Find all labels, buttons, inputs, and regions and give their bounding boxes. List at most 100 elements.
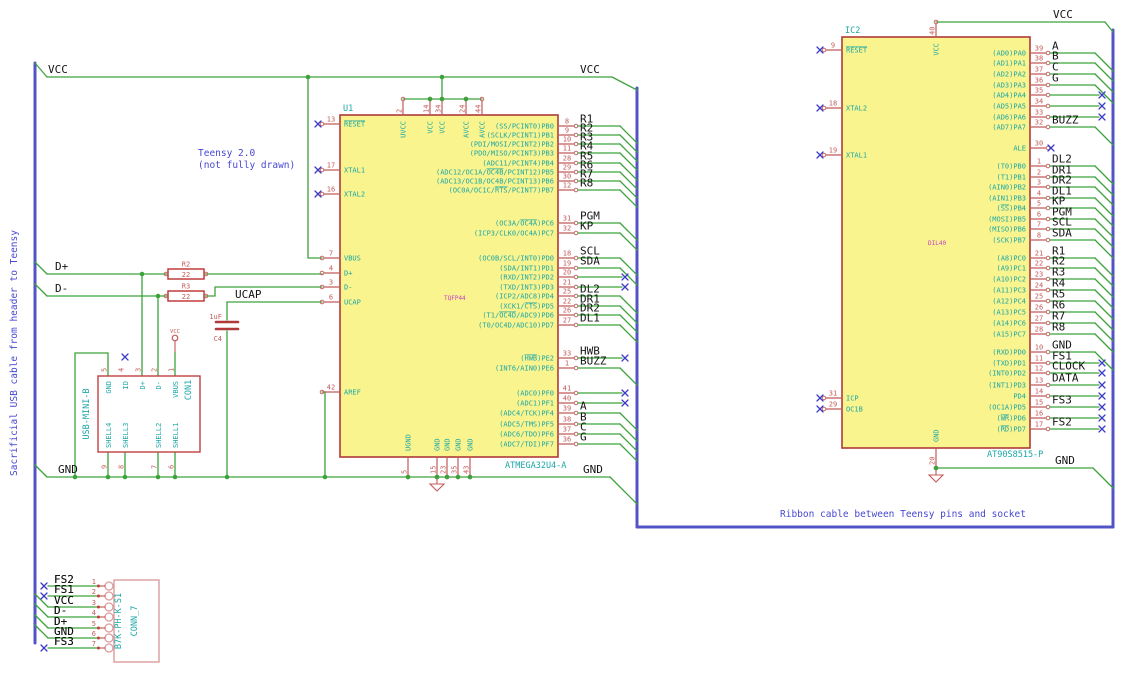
pin-number: 2 <box>396 109 404 113</box>
pin-number: 2 <box>92 588 96 596</box>
pin-name: (ICP2/ADC8)PD4 <box>495 293 554 301</box>
pin-number: 16 <box>327 186 335 194</box>
pin-number: 21 <box>1035 250 1043 258</box>
pin-name: XTAL1 <box>846 152 867 160</box>
gnd-symbol-triangle <box>927 474 945 483</box>
pin-number: 28 <box>563 155 571 163</box>
pin-number: 7 <box>1037 221 1041 229</box>
wire <box>1092 467 1114 489</box>
net-label-d+: D+ <box>55 260 69 273</box>
capacitor-c4[interactable]: 1uF C4 <box>209 313 240 343</box>
net-label-d-: D- <box>55 282 68 295</box>
usb-mini-b-connector[interactable]: USB-MINI-B CON1 5 GND 4 ID 3 D+ 2 D- 1 VBUS 9 SHELL4 8… <box>82 368 201 469</box>
pin-end-circle <box>573 355 579 361</box>
pin-end-circle <box>573 265 579 271</box>
ic-footprint: DIL40 <box>928 240 946 247</box>
pin-name: D+ <box>344 270 352 278</box>
bus-entry <box>619 367 638 386</box>
pin-name: (A9)PC1 <box>996 265 1026 273</box>
bus-entry <box>619 162 638 181</box>
pin-number: 20 <box>929 457 937 465</box>
pin-end-circle <box>573 365 579 371</box>
net-label-sda: SDA <box>580 255 600 268</box>
pin-name: (A15)PC7 <box>992 331 1026 339</box>
junction-dot <box>463 96 469 102</box>
pin-end-circle <box>573 312 579 318</box>
pin-name: (TXD/INT3)PD3 <box>499 284 554 292</box>
wire-end-dot <box>97 646 100 650</box>
pin-name: (A14)PC6 <box>992 320 1026 328</box>
pin-end-circle <box>1045 71 1051 77</box>
resistor-r3[interactable]: R322 <box>163 283 209 302</box>
pin-end-circle <box>1045 184 1051 190</box>
bus-entry <box>619 125 638 144</box>
resistor-value: 22 <box>182 293 190 301</box>
pin-number: 28 <box>1035 326 1043 334</box>
pin-end-circle <box>573 230 579 236</box>
pin-name: (INT0)PD2 <box>988 370 1026 378</box>
net-label-fs2: FS2 <box>1052 416 1072 429</box>
pin-name: GND <box>467 438 475 451</box>
bus-entry <box>619 134 638 153</box>
gnd-symbol-triangle <box>428 483 446 492</box>
pin-end-circle <box>1045 60 1051 66</box>
schematic-canvas: U1ATMEGA32U4-ATQFP4413RESET17XTAL116XTAL… <box>9 8 1115 663</box>
pin-number: 29 <box>829 401 837 409</box>
bus-entry <box>1094 186 1114 206</box>
pin-number: 4 <box>92 609 96 617</box>
net-label-ucap: UCAP <box>235 288 262 301</box>
teensy-note-2: (not fully drawn) <box>198 160 295 171</box>
pin-number: 5 <box>401 470 409 474</box>
pin-end-circle <box>573 284 579 290</box>
pin-number: 33 <box>563 350 571 358</box>
pin-number: 7 <box>92 640 96 648</box>
pin-number: 14 <box>1035 388 1043 396</box>
pin-number: 42 <box>327 384 335 392</box>
bus-entry <box>619 143 638 162</box>
pin-number: 38 <box>1035 55 1043 63</box>
ic-ic2[interactable]: IC2AT90S8515-PDIL409RESET18XTAL219XTAL13… <box>816 19 1114 471</box>
vcc-symbol[interactable]: VCC <box>170 329 180 353</box>
pin-end-circle <box>1045 331 1051 337</box>
pin-name: (ICP3/CLK0/OC4A)PC7 <box>474 230 554 238</box>
wire-end-dot <box>97 605 100 609</box>
pin-end-circle <box>573 303 579 309</box>
pin-name: ICP <box>846 395 859 403</box>
ic-u1[interactable]: U1ATMEGA32U4-ATQFP4413RESET17XTAL116XTAL… <box>314 96 638 480</box>
pin-number: 4 <box>118 368 126 372</box>
schematic-page: U1 ATMEGA32U4-A TQFP44 13 RESET 17 XTAL1 16 XTAL… <box>0 0 1131 690</box>
pin-number: 24 <box>459 105 467 113</box>
pin-number: 3 <box>1037 179 1041 187</box>
pin-number: 19 <box>563 260 571 268</box>
pin-number: 36 <box>1035 77 1043 85</box>
pin-name: (SS/PCINT0)PB0 <box>495 123 554 131</box>
bus-entry <box>1094 197 1114 217</box>
pin-number: 10 <box>1035 344 1043 352</box>
resistor-r2[interactable]: R222 <box>163 261 209 280</box>
pin-number: 1 <box>565 360 569 368</box>
pin-name: (OC0A/OC1C/RTS/PCINT7)PB7 <box>449 187 554 195</box>
pin-number: 37 <box>1035 66 1043 74</box>
pin-end-circle <box>1045 50 1051 56</box>
pin-number: 41 <box>563 385 571 393</box>
pin-number: 21 <box>563 279 571 287</box>
pin-end-circle <box>1045 393 1051 399</box>
teensy-note-1: Teensy 2.0 <box>198 148 255 159</box>
pin-name: (A11)PC3 <box>992 287 1026 295</box>
bus-entry <box>619 180 638 199</box>
pin-end-circle <box>821 395 827 401</box>
pin-number: 31 <box>563 215 571 223</box>
bus-entry <box>1094 311 1114 331</box>
pin-number: 30 <box>1035 140 1043 148</box>
pin-number: 35 <box>451 466 459 474</box>
pin-name: UCAP <box>344 299 361 307</box>
capacitor-reference: C4 <box>214 335 222 343</box>
pin-number: 19 <box>829 147 837 155</box>
pin-name: XTAL1 <box>344 167 365 175</box>
pin-circle <box>104 643 114 653</box>
pin-number: 40 <box>929 27 937 35</box>
pin-number: 18 <box>829 100 837 108</box>
bus-entry <box>619 222 638 241</box>
pin-number: 7 <box>329 250 333 258</box>
wire <box>34 464 48 478</box>
